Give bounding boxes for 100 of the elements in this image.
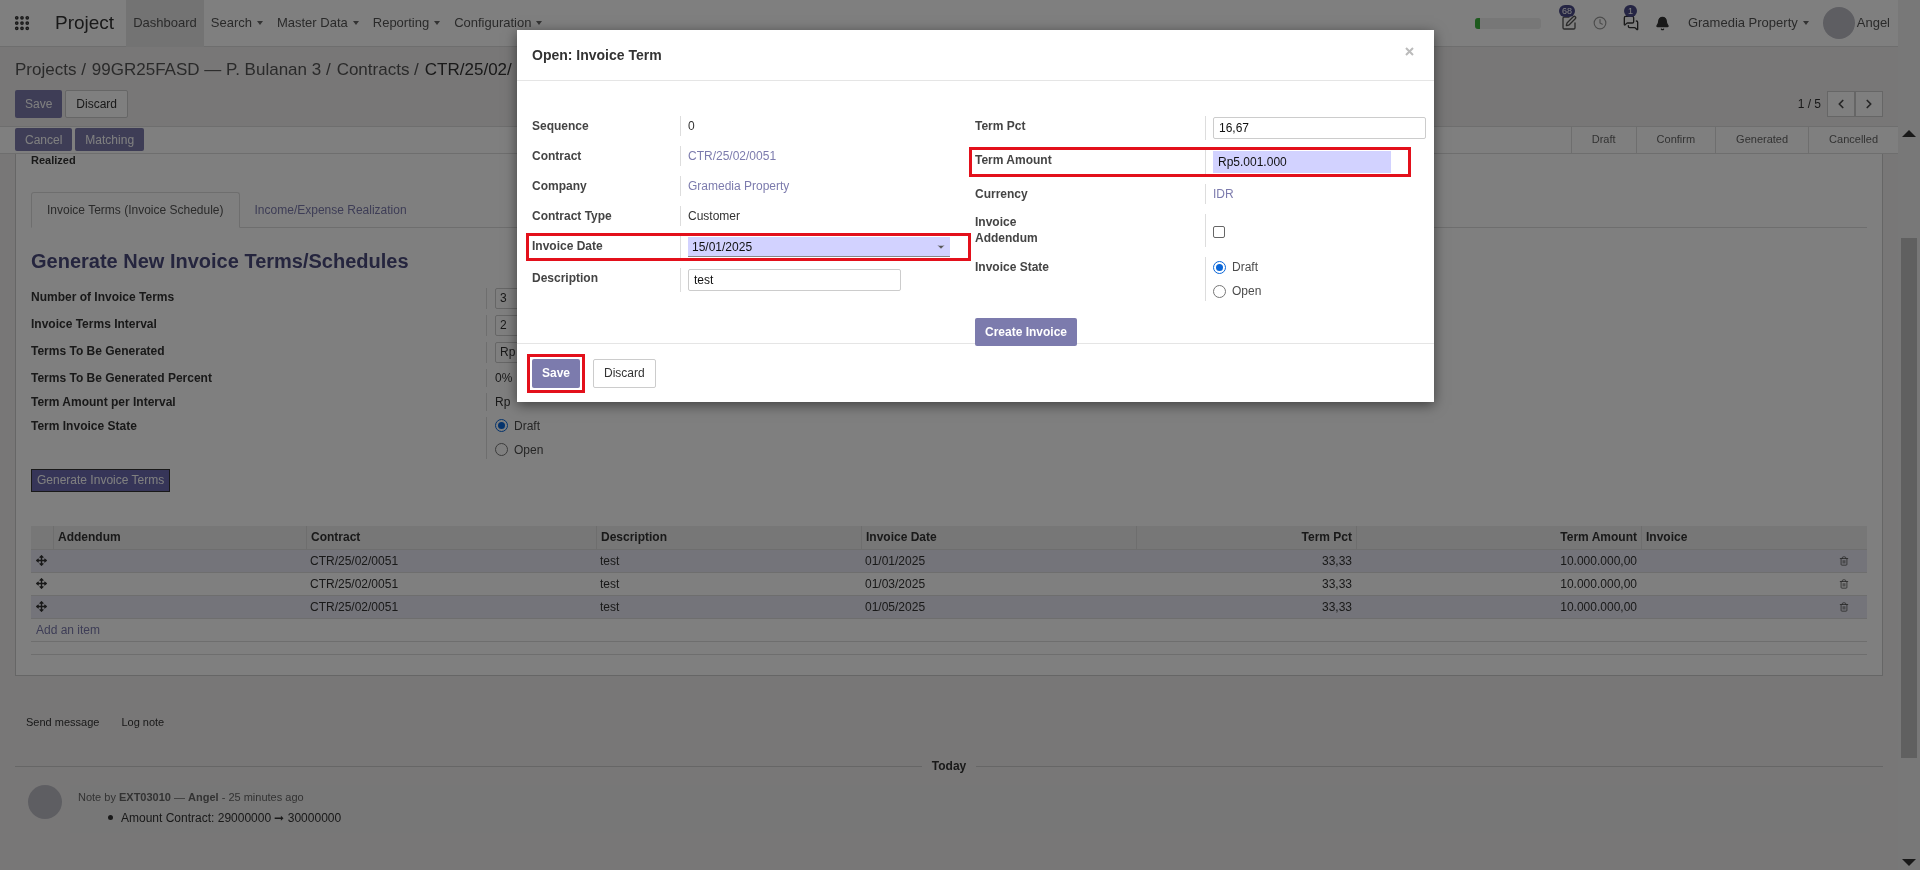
table-cell-text: CTR/25/02/0051 xyxy=(309,598,400,616)
column-header[interactable]: Addendum xyxy=(53,525,306,549)
column-header[interactable]: Description xyxy=(596,525,861,549)
delete-icon[interactable] xyxy=(1839,578,1849,589)
table-cell-text: test xyxy=(599,598,621,616)
field-value: 0 xyxy=(688,119,695,133)
menu-item[interactable]: Master Data xyxy=(269,0,366,47)
field-label: Term Amount xyxy=(975,153,1052,167)
field-label: Invoice Date xyxy=(532,239,603,253)
date-separator: Today xyxy=(931,758,967,775)
column-header[interactable]: Term Pct xyxy=(1136,525,1356,549)
drag-handle-icon[interactable] xyxy=(36,601,47,612)
input-field[interactable]: 16,67 xyxy=(1213,117,1426,139)
date-field[interactable]: 15/01/2025 xyxy=(688,237,950,257)
field-label: Term Amount per Interval xyxy=(31,394,176,409)
company-switcher[interactable]: Gramedia Property xyxy=(1687,13,1809,33)
field-label: Number of Invoice Terms xyxy=(31,289,175,304)
table-cell-text: 10.000.000,00 xyxy=(1559,552,1638,570)
progress-meter xyxy=(1474,17,1541,29)
radio-button[interactable] xyxy=(495,419,508,432)
count-badge: 68 xyxy=(1558,5,1575,17)
table-cell-text: 33,33 xyxy=(1320,575,1353,593)
menu-item[interactable]: Dashboard xyxy=(126,0,204,47)
drag-handle-icon[interactable] xyxy=(36,555,47,566)
drag-handle-icon[interactable] xyxy=(36,578,47,589)
edit-icon[interactable] xyxy=(1560,15,1577,31)
table-cell-text: 33,33 xyxy=(1320,598,1353,616)
previous-button[interactable] xyxy=(1827,90,1855,117)
status-step[interactable]: Confirm xyxy=(1635,126,1716,153)
field-label: Contract xyxy=(532,149,582,163)
tab[interactable]: Invoice Terms (Invoice Schedule) xyxy=(31,191,240,228)
field-link[interactable]: Gramedia Property xyxy=(688,179,790,193)
table-cell-text: test xyxy=(599,575,621,593)
field-label: Sequence xyxy=(532,119,589,133)
avatar xyxy=(28,785,62,819)
add-item-link[interactable]: Add an item xyxy=(36,620,101,639)
field-label: Description xyxy=(532,271,598,285)
delete-icon[interactable] xyxy=(1839,601,1849,612)
save-button[interactable]: Save xyxy=(532,358,581,388)
radio-button[interactable] xyxy=(1213,260,1226,274)
radio-label: Open xyxy=(1232,283,1262,300)
generate-button[interactable]: Generate Invoice Terms xyxy=(31,468,171,492)
delete-icon[interactable] xyxy=(1839,555,1849,566)
user-name[interactable]: Angel xyxy=(1856,13,1890,33)
discard-button[interactable]: Discard xyxy=(593,358,656,388)
table-cell-text: 10.000.000,00 xyxy=(1559,575,1638,593)
section-title: Generate New Invoice Terms/Schedules xyxy=(31,248,409,274)
chatter-action[interactable]: Send message xyxy=(26,713,100,730)
status-step[interactable]: Generated xyxy=(1715,126,1809,153)
input-field[interactable]: test xyxy=(688,269,901,291)
create-invoice-button[interactable]: Create Invoice xyxy=(975,318,1078,346)
field-label: Invoice Terms Interval xyxy=(31,316,157,331)
table-cell-text: 01/03/2025 xyxy=(864,575,927,593)
tab[interactable]: Income/Expense Realization xyxy=(239,191,422,228)
breadcrumb-item[interactable]: Contracts / xyxy=(336,57,419,83)
table-cell-text: 10.000.000,00 xyxy=(1559,598,1638,616)
field-label: Invoice State xyxy=(975,260,1050,274)
status-step[interactable]: Draft xyxy=(1570,126,1636,153)
radio-label: Draft xyxy=(514,417,540,435)
breadcrumb-item[interactable]: Projects / xyxy=(15,57,86,83)
table-cell-text: CTR/25/02/0051 xyxy=(309,552,400,570)
table-cell-text: 01/05/2025 xyxy=(864,598,927,616)
field-label: Realized xyxy=(31,153,76,166)
radio-button[interactable] xyxy=(1213,284,1226,298)
field-value: 0% xyxy=(495,370,513,385)
breadcrumb-item[interactable]: 99GR25FASD — P. Bulanan 3 / xyxy=(91,57,331,83)
next-button[interactable] xyxy=(1855,90,1883,117)
table-cell-text: 01/01/2025 xyxy=(864,552,927,570)
action-button[interactable]: Matching xyxy=(75,128,145,151)
radio-label: Draft xyxy=(1232,259,1258,276)
chat-icon[interactable] xyxy=(1622,15,1639,31)
save-button[interactable]: Save xyxy=(15,89,63,118)
menu-item[interactable]: Reporting xyxy=(365,0,448,47)
column-header[interactable]: Invoice Date xyxy=(861,525,1136,549)
checkbox[interactable] xyxy=(1213,226,1225,238)
chatter-action[interactable]: Log note xyxy=(121,713,165,730)
field-value: Rp xyxy=(495,394,511,409)
clock-icon[interactable] xyxy=(1592,16,1607,30)
discard-button[interactable]: Discard xyxy=(65,89,129,118)
field-link[interactable]: IDR xyxy=(1213,187,1234,201)
count-badge: 1 xyxy=(1623,5,1637,17)
pager-value: 1 / 5 xyxy=(1797,95,1821,113)
field-link[interactable]: CTR/25/02/0051 xyxy=(688,149,777,163)
input-field[interactable]: Rp5.001.000 xyxy=(1213,151,1391,173)
dialog-title: Open: Invoice Term xyxy=(532,45,662,65)
breadcrumb-item: CTR/25/02/ xyxy=(424,59,512,81)
field-label: Invoice Addendum xyxy=(975,214,1039,246)
menu-item[interactable]: Search xyxy=(203,0,270,47)
action-button[interactable]: Cancel xyxy=(15,128,73,151)
bell-icon[interactable] xyxy=(1654,15,1670,31)
field-label: Terms To Be Generated Percent xyxy=(31,370,212,385)
table-cell-text: test xyxy=(599,552,621,570)
column-header[interactable]: Contract xyxy=(306,525,596,549)
field-label: Contract Type xyxy=(532,209,612,223)
radio-button[interactable] xyxy=(495,443,508,456)
column-header[interactable]: Term Amount xyxy=(1356,525,1641,549)
table-cell-text: 33,33 xyxy=(1320,552,1353,570)
apps-menu-icon[interactable] xyxy=(13,14,31,32)
column-header[interactable]: Invoice xyxy=(1641,525,1839,549)
message-header: Note by EXT03010 — Angel - 25 minutes ago xyxy=(78,790,305,805)
